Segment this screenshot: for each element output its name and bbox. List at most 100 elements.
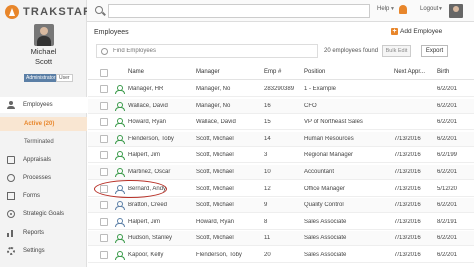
global-search-input[interactable] xyxy=(108,4,370,18)
position-cell: Sales Associate xyxy=(304,252,347,258)
role-administrator-badge[interactable]: Administrator xyxy=(24,74,58,82)
sidebar-item-appraisals[interactable]: Appraisals xyxy=(0,152,87,168)
employee-name-link[interactable]: Wallace, David xyxy=(128,103,196,109)
table-row[interactable]: Wallace, David Manager, No 16 CFO 6/2/201 xyxy=(88,98,474,114)
table-row[interactable]: Manager, HR Manager, No 283290389 1 - Examp… xyxy=(88,82,474,97)
user-thumbnail[interactable] xyxy=(449,4,463,18)
row-checkbox[interactable] xyxy=(100,85,108,93)
row-checkbox[interactable] xyxy=(100,217,108,226)
manager-cell: Scott, Michael xyxy=(196,169,234,175)
column-header-position[interactable]: Position xyxy=(304,69,325,75)
employee-name-link[interactable]: Kapoor, Kelly xyxy=(128,252,196,258)
row-checkbox[interactable] xyxy=(100,234,108,243)
position-cell: Human Resources xyxy=(304,135,354,142)
table-row[interactable]: Halpert, Jim Scott, Michael 3 Regional Mana… xyxy=(88,148,474,164)
sidebar-item-employees[interactable]: Employees xyxy=(0,97,87,113)
position-cell: Sales Associate xyxy=(304,235,347,242)
role-user-badge[interactable]: User xyxy=(56,74,73,82)
position-cell: 1 - Example xyxy=(304,86,337,92)
employee-name-link[interactable]: Hudson, Stanley xyxy=(128,235,196,241)
column-header-birth[interactable]: Birth xyxy=(437,69,449,75)
row-checkbox[interactable] xyxy=(100,118,108,127)
table-row[interactable]: Bratton, Creed Scott, Michael 9 Quality Con… xyxy=(88,198,474,214)
row-checkbox[interactable] xyxy=(100,101,108,110)
sidebar-item-label: Appraisals xyxy=(23,157,52,163)
employee-name-link[interactable]: Flenderson, Toby xyxy=(128,136,196,142)
employee-name-link[interactable]: Martinez, Oscar xyxy=(128,169,196,175)
sidebar-item-reports[interactable]: Reports xyxy=(0,225,87,241)
brand-name: TRAKSTAR xyxy=(23,6,93,18)
sidebar-item-strategic-goals[interactable]: Strategic Goals xyxy=(0,206,87,222)
employee-name-link[interactable]: Howard, Ryan xyxy=(128,119,196,125)
birth-date-cell: 6/2/201 xyxy=(437,252,458,258)
manager-cell: Scott, Michael xyxy=(196,202,234,209)
find-employees-field[interactable] xyxy=(96,44,318,58)
settings-icon xyxy=(7,247,15,255)
person-icon xyxy=(115,134,125,144)
manager-cell: Wallace, David xyxy=(196,119,236,126)
next-appraisal-cell: 7/13/2016 xyxy=(394,152,421,159)
person-icon xyxy=(7,101,15,109)
next-appraisal-cell: 7/13/2016 xyxy=(394,169,421,175)
row-checkbox[interactable] xyxy=(100,168,108,176)
process-icon xyxy=(7,174,15,182)
employee-name-link[interactable]: Manager, HR xyxy=(128,86,196,92)
user-last-name: Scott xyxy=(34,57,53,66)
table-row[interactable]: Halpert, Jim Howard, Ryan 8 Sales Associate… xyxy=(88,215,474,230)
user-avatar[interactable] xyxy=(34,24,54,46)
row-checkbox[interactable] xyxy=(100,201,108,210)
emp-number-cell: 16 xyxy=(264,102,271,109)
employee-name-link[interactable]: Bratton, Creed xyxy=(128,202,196,208)
emp-number-cell: 12 xyxy=(264,185,271,192)
row-checkbox[interactable] xyxy=(100,151,108,160)
table-header: Name Manager Emp # Position Next Appr...… xyxy=(88,66,474,80)
table-row[interactable]: Howard, Ryan Wallace, David 15 VP of Northe… xyxy=(88,115,474,131)
logout-link[interactable]: Logout xyxy=(420,6,438,12)
birth-date-cell: 6/2/201 xyxy=(437,135,458,142)
column-header-next-appraisal[interactable]: Next Appr... xyxy=(394,69,425,75)
column-header-name[interactable]: Name xyxy=(128,69,144,75)
add-employee-button[interactable]: + Add Employee xyxy=(391,28,442,35)
sidebar-item-label: Forms xyxy=(23,193,40,199)
table-row[interactable]: Hudson, Stanley Scott, Michael 11 Sales Ass… xyxy=(88,231,474,247)
column-header-manager[interactable]: Manager xyxy=(196,69,220,75)
emp-number-cell: 15 xyxy=(264,119,271,126)
sidebar-item-label: Strategic Goals xyxy=(23,211,65,217)
sidebar-item-forms[interactable]: Forms xyxy=(0,188,87,204)
select-all-checkbox[interactable] xyxy=(100,69,108,77)
sidebar-item-settings[interactable]: Settings xyxy=(0,243,87,259)
user-first-name: Michael xyxy=(30,47,57,56)
help-chevron-down-icon[interactable]: ▼ xyxy=(390,6,395,12)
row-checkbox[interactable] xyxy=(100,251,108,259)
manager-cell: Scott, Michael xyxy=(196,152,234,159)
sidebar-item-label: Settings xyxy=(23,248,45,254)
brand-logo[interactable]: TRAKSTAR xyxy=(5,4,92,20)
column-header-emp[interactable]: Emp # xyxy=(264,69,281,75)
bulk-edit-button[interactable]: Bulk Edit xyxy=(382,45,411,57)
manager-cell: Scott, Michael xyxy=(196,185,234,192)
help-link[interactable]: Help xyxy=(377,6,389,12)
employee-name-link[interactable]: Halpert, Jim xyxy=(128,219,196,225)
manager-cell: Scott, Michael xyxy=(196,135,234,142)
export-button[interactable]: Export xyxy=(421,45,448,57)
find-employees-input[interactable] xyxy=(113,48,303,54)
search-icon[interactable] xyxy=(95,6,103,14)
employees-found-count: 20 employees found xyxy=(324,48,379,54)
table-row[interactable]: Kapoor, Kelly Flenderson, Toby 20 Sales Ass… xyxy=(88,248,474,263)
logout-chevron-down-icon[interactable]: ▼ xyxy=(438,6,443,12)
row-checkbox[interactable] xyxy=(100,134,108,143)
manager-cell: Manager, No xyxy=(196,86,231,92)
sidebar-item-label: Employees xyxy=(23,102,53,108)
filter-search-icon xyxy=(101,47,108,55)
position-cell: Quality Control xyxy=(304,202,344,209)
table-row[interactable]: Martinez, Oscar Scott, Michael 10 Accountan… xyxy=(88,165,474,180)
goals-icon xyxy=(7,210,15,218)
employee-name-link[interactable]: Halpert, Jim xyxy=(128,152,196,158)
sidebar-subitem-active[interactable]: Active (20) xyxy=(0,117,87,131)
notification-bell-icon[interactable] xyxy=(399,5,407,14)
position-cell: Regional Manager xyxy=(304,152,354,159)
table-row[interactable]: Flenderson, Toby Scott, Michael 14 Human Re… xyxy=(88,131,474,147)
manager-cell: Manager, No xyxy=(196,102,231,109)
sidebar-item-processes[interactable]: Processes xyxy=(0,170,87,186)
sidebar-subitem-terminated[interactable]: Terminated xyxy=(0,135,87,149)
